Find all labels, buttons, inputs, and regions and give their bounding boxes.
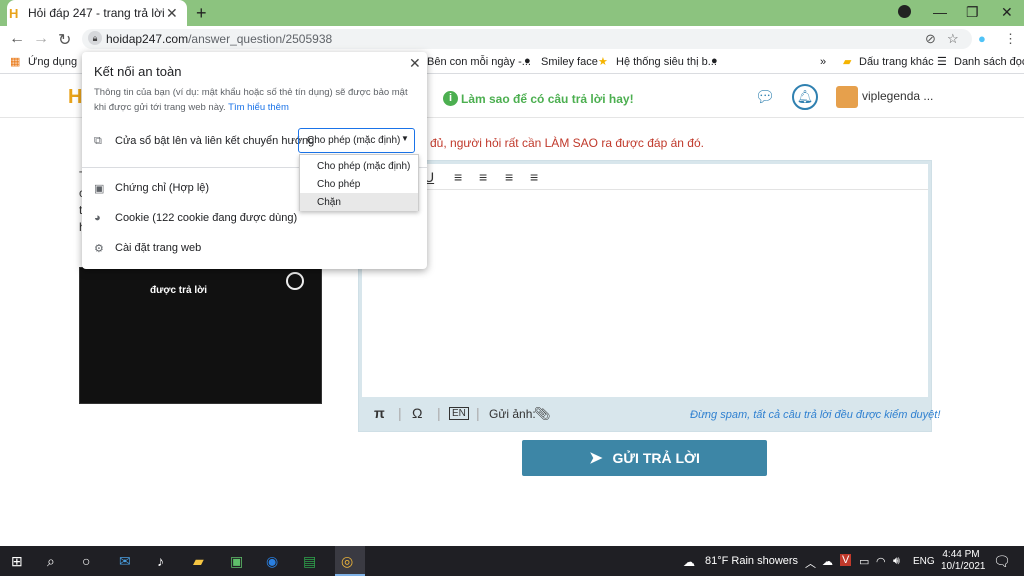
- spam-warning: Đừng spam, tất cả câu trả lời đều được k…: [690, 409, 941, 421]
- tray-icon[interactable]: ▭: [859, 555, 869, 568]
- bookmark-apps[interactable]: Ứng dụng: [28, 56, 77, 68]
- bookmark-star-icon[interactable]: ☆: [947, 31, 959, 47]
- tiktok-icon[interactable]: ♪: [157, 553, 164, 569]
- site-logo[interactable]: H: [68, 86, 82, 109]
- learn-more-link[interactable]: Tìm hiểu thêm: [228, 102, 289, 113]
- close-window-icon[interactable]: ✕: [1001, 4, 1013, 21]
- site-settings-item[interactable]: Cài đặt trang web: [115, 242, 201, 254]
- zalo-icon[interactable]: ◉: [266, 553, 278, 570]
- minimize-icon[interactable]: —: [933, 4, 947, 20]
- url-text: hoidap247.com/answer_question/2505938: [106, 32, 333, 46]
- chrome-icon: ◎: [341, 553, 354, 569]
- username[interactable]: viplegenda ...: [862, 89, 933, 103]
- menu-icon[interactable]: ⋮: [1004, 31, 1017, 47]
- align-right-icon[interactable]: ≡: [505, 169, 513, 185]
- align-left-icon[interactable]: ≡: [454, 169, 462, 185]
- bookmark-other[interactable]: Dấu trang khác: [859, 56, 934, 68]
- certificate-item[interactable]: Chứng chỉ (Hợp lệ): [115, 182, 209, 194]
- omega-icon[interactable]: Ω: [412, 405, 422, 421]
- popups-setting-label: Cửa sổ bật lên và liên kết chuyển hướng: [115, 135, 315, 147]
- cookie-icon: ◕: [94, 212, 101, 224]
- popups-select[interactable]: Cho phép (mặc định): [298, 128, 415, 153]
- info-icon: i: [443, 91, 458, 106]
- folder-icon: ▰: [843, 56, 852, 68]
- date-text: 10/1/2021: [941, 561, 986, 572]
- dropdown-option[interactable]: Cho phép: [300, 175, 418, 193]
- send-icon: ➤: [589, 450, 603, 467]
- tray-icon[interactable]: ☁: [822, 555, 833, 568]
- cookie-blocked-icon[interactable]: ⊘: [925, 31, 936, 47]
- app-icon[interactable]: ▣: [230, 553, 243, 570]
- weather-icon: ☁: [683, 555, 695, 569]
- tab-title: Hỏi đáp 247 - trang trả lời: [28, 6, 165, 20]
- volume-icon[interactable]: 🔊︎: [893, 555, 900, 568]
- more-bookmarks-icon[interactable]: »: [820, 56, 826, 68]
- bookmark-reading-list[interactable]: Danh sách đọc: [954, 56, 1024, 68]
- reading-list-icon: ☰: [937, 56, 947, 68]
- submit-label: GỬI TRẢ LỜI: [612, 450, 700, 466]
- divider: |: [437, 405, 441, 421]
- tray-app-icon[interactable]: V: [840, 554, 852, 566]
- english-keyboard-icon[interactable]: EN: [449, 407, 469, 420]
- new-tab-icon[interactable]: +: [196, 3, 207, 24]
- answer-hint-link[interactable]: Làm sao để có câu trả lời hay!: [461, 92, 634, 106]
- bookmark-item[interactable]: Smiley face: [541, 56, 598, 68]
- answer-textarea[interactable]: [362, 190, 928, 397]
- apps-icon: ▦: [10, 56, 21, 68]
- gear-icon: ⚙: [94, 243, 104, 255]
- reload-icon[interactable]: ↻: [58, 30, 71, 50]
- windows-start-icon[interactable]: ⊞: [11, 553, 23, 570]
- zoom-icon[interactable]: [286, 272, 304, 290]
- divider: |: [398, 405, 402, 421]
- external-link-icon: ⧉: [94, 135, 102, 147]
- tab-close-icon[interactable]: ✕: [166, 5, 178, 22]
- excel-icon[interactable]: ▤: [303, 553, 316, 570]
- cookie-item[interactable]: Cookie (122 cookie đang được dùng): [115, 212, 297, 224]
- time-text: 4:44 PM: [942, 549, 980, 560]
- editor-toolbar: [362, 164, 928, 190]
- language-indicator[interactable]: ENG: [913, 556, 935, 567]
- file-explorer-icon[interactable]: ▰: [193, 553, 204, 570]
- chat-icon[interactable]: 💬︎: [755, 87, 775, 107]
- math-pi-icon[interactable]: π: [374, 405, 385, 421]
- align-center-icon[interactable]: ≡: [479, 169, 487, 185]
- upload-image-label: Gửi ảnh:: [489, 407, 536, 421]
- certificate-icon: ▣: [94, 183, 105, 195]
- popup-close-icon[interactable]: ✕: [409, 55, 421, 72]
- lock-icon[interactable]: 🔒︎: [88, 31, 102, 45]
- dropdown-option[interactable]: Chặn: [300, 193, 418, 211]
- notifications-icon[interactable]: 🗨︎: [993, 553, 1011, 570]
- github-icon: ●: [711, 55, 718, 67]
- forward-icon[interactable]: →: [33, 30, 49, 48]
- mail-icon[interactable]: ✉: [119, 553, 131, 570]
- task-view-icon[interactable]: ○: [82, 553, 90, 569]
- submit-answer-button[interactable]: ➤ GỬI TRẢ LỜI: [522, 440, 767, 476]
- site-favicon-icon: H: [9, 6, 19, 21]
- clock[interactable]: 4:44 PM 10/1/2021: [941, 549, 986, 573]
- dropdown-option[interactable]: Cho phép (mặc định): [300, 157, 418, 175]
- question-image-caption: được trả lời: [150, 285, 208, 296]
- answer-notice: ra đủ, người hỏi rất cần LÀM SAO ra được…: [416, 136, 704, 150]
- popup-title: Kết nối an toàn: [94, 64, 182, 79]
- paperclip-icon[interactable]: 📎︎: [534, 406, 551, 422]
- search-icon[interactable]: ⌕: [47, 553, 55, 570]
- bell-icon[interactable]: 🔔︎: [792, 84, 818, 110]
- windows-taskbar: [0, 546, 1024, 576]
- popup-description: Thông tin của bạn (ví dụ: mật khẩu hoặc …: [94, 87, 408, 113]
- github-icon: ●: [524, 55, 531, 67]
- divider: |: [476, 405, 480, 421]
- avatar[interactable]: [836, 86, 858, 108]
- align-justify-icon[interactable]: ≡: [530, 169, 538, 185]
- network-icon[interactable]: ◠: [876, 555, 886, 568]
- weather-text[interactable]: 81°F Rain showers: [705, 555, 798, 567]
- chevron-down-icon: ▼: [401, 134, 409, 143]
- profile-menu-icon[interactable]: [898, 5, 911, 18]
- restore-icon[interactable]: ❐: [966, 4, 979, 21]
- back-icon[interactable]: ←: [9, 30, 25, 48]
- chevron-up-icon[interactable]: ︿: [805, 555, 816, 571]
- bookmark-favicon-icon: ★: [598, 56, 608, 68]
- bookmark-item[interactable]: Hệ thống siêu thị b...: [616, 56, 717, 68]
- bookmark-item[interactable]: Bên con mỗi ngày -...: [427, 56, 531, 68]
- extension-icon[interactable]: ●: [978, 31, 986, 46]
